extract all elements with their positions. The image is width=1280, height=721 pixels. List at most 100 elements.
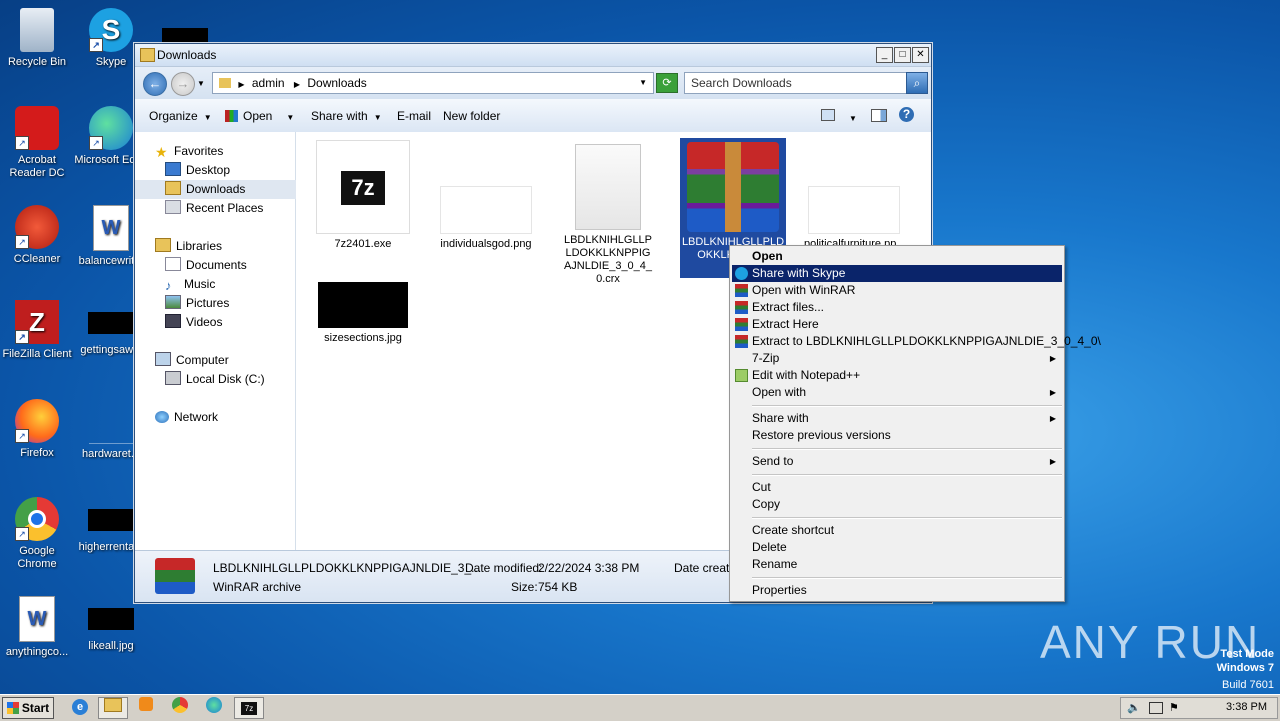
action-center-flag-icon[interactable]: ⚑ (1169, 701, 1179, 714)
help-icon[interactable]: ? (899, 107, 914, 122)
nav-label: Downloads (186, 182, 246, 196)
recent-pages-dropdown-icon[interactable]: ▼ (197, 79, 205, 88)
downloads-folder-icon (165, 181, 181, 195)
submenu-arrow-icon: ▶ (1049, 414, 1056, 423)
winrar-archive-icon (687, 142, 779, 232)
search-icon[interactable]: ⌕ (906, 72, 928, 94)
start-label: Start (21, 701, 50, 715)
menu-item-send-to[interactable]: Send to ▶ (732, 453, 1062, 470)
7zip-taskbar-icon[interactable]: 7z (234, 697, 264, 719)
filezilla-icon: Z ↗ (15, 300, 59, 344)
nav-label: Computer (176, 353, 229, 367)
recycle-bin-icon (20, 8, 54, 52)
open-button[interactable]: Open ▼ (225, 109, 294, 123)
ie-icon[interactable]: e (66, 697, 94, 717)
clock[interactable]: 3:38 PM (1226, 701, 1267, 713)
minimize-button[interactable]: _ (876, 47, 893, 63)
desktop-icon-recycle-bin[interactable]: Recycle Bin (0, 8, 74, 69)
desktop-icon-firefox[interactable]: ↗ Firefox (0, 399, 74, 460)
start-button[interactable]: Start (2, 697, 54, 719)
windows-logo-icon (6, 702, 19, 714)
new-folder-button[interactable]: New folder (443, 109, 500, 123)
close-button[interactable]: ✕ (912, 47, 929, 63)
nav-label: Recent Places (186, 201, 264, 215)
desktop-icon-ccleaner[interactable]: ↗ CCleaner (0, 205, 74, 266)
search-input[interactable]: Search Downloads (684, 72, 912, 94)
media-player-icon[interactable] (132, 697, 160, 717)
menu-item-open-with[interactable]: Open with ▶ (732, 384, 1062, 401)
nav-label: Libraries (176, 239, 223, 253)
nav-label: Network (174, 410, 219, 424)
desktop-icon-filezilla[interactable]: Z ↗ FileZilla Client (0, 300, 74, 361)
videos-icon (165, 314, 181, 328)
menu-item-cut[interactable]: Cut (732, 479, 1062, 496)
word-document-icon: W (19, 596, 55, 642)
skype-icon (735, 267, 748, 280)
menu-item-share-with-skype[interactable]: Share with Skype (732, 265, 1062, 282)
share-with-button[interactable]: Share with ▼ (311, 109, 382, 123)
view-icon[interactable]: ▼ (821, 109, 857, 124)
maximize-button[interactable]: □ (894, 47, 911, 63)
forward-button[interactable]: → (171, 72, 195, 96)
volume-icon[interactable]: 🔈 (1127, 701, 1141, 714)
nav-favorites[interactable]: ★ Favorites (155, 142, 315, 161)
desktop-icon (165, 162, 181, 176)
menu-item-rename[interactable]: Rename (732, 556, 1062, 573)
explorer-taskbar-button[interactable] (98, 697, 128, 719)
file-item[interactable]: LBDLKNIHLGLLPLDOKKLKNPPIGAJNLDIE_3_0_4_0… (558, 140, 658, 286)
desktop-icon-anythingco[interactable]: W anythingco... (0, 596, 74, 659)
file-item[interactable]: 7z 7z2401.exe (313, 140, 413, 251)
menu-item-create-shortcut[interactable]: Create shortcut (732, 522, 1062, 539)
menu-separator (752, 577, 1062, 579)
ppt-thumbnail (808, 186, 900, 234)
nav-computer[interactable]: Computer (135, 351, 315, 370)
documents-icon (165, 257, 181, 271)
size-label: Size: (511, 580, 538, 594)
menu-item-label: Extract files... (752, 300, 825, 314)
address-bar[interactable]: ▶ admin ▶ Downloads ▼ (212, 72, 654, 94)
7zip-installer-icon: 7z (316, 140, 410, 234)
breadcrumb-admin[interactable]: admin (252, 76, 285, 90)
libraries-icon (155, 238, 171, 252)
title-bar[interactable]: Downloads _ □ ✕ (135, 44, 931, 67)
address-dropdown-icon[interactable]: ▼ (639, 73, 647, 93)
jpg-thumbnail (318, 282, 408, 328)
email-button[interactable]: E-mail (397, 109, 431, 123)
menu-item-extract-here[interactable]: Extract Here (732, 316, 1062, 333)
preview-pane-icon[interactable] (871, 109, 887, 125)
menu-item-delete[interactable]: Delete (732, 539, 1062, 556)
nav-network[interactable]: Network (135, 408, 315, 427)
computer-icon (155, 352, 171, 366)
menu-item-open-with-winrar[interactable]: Open with WinRAR (732, 282, 1062, 299)
blank-file-icon (575, 144, 641, 230)
breadcrumb-downloads[interactable]: Downloads (307, 76, 366, 90)
refresh-button[interactable]: ⟳ (656, 73, 678, 93)
open-label: Open (243, 109, 273, 123)
menu-item-label: Send to (752, 454, 794, 468)
chrome-icon[interactable] (166, 697, 194, 717)
menu-item-open[interactable]: Open (732, 248, 1062, 265)
desktop-icon-chrome[interactable]: ↗ Google Chrome (0, 497, 74, 571)
menu-item-extract-files[interactable]: Extract files... (732, 299, 1062, 316)
menu-item-restore-previous-versions[interactable]: Restore previous versions (732, 427, 1062, 444)
winrar-icon (735, 335, 748, 348)
back-button[interactable]: ← (143, 72, 167, 96)
file-item[interactable]: sizesections.jpg (313, 282, 413, 345)
nav-label: Local Disk (C:) (186, 372, 265, 386)
menu-item-edit-notepadpp[interactable]: Edit with Notepad++ (732, 367, 1062, 384)
file-item[interactable]: individualsgod.png (436, 140, 536, 251)
organize-button[interactable]: Organize ▼ (149, 109, 212, 123)
desktop-icon-label: Acrobat Reader DC (9, 154, 65, 179)
menu-separator (752, 474, 1062, 476)
menu-item-7zip[interactable]: 7-Zip ▶ (732, 350, 1062, 367)
edge-icon[interactable] (200, 697, 228, 717)
file-item[interactable]: politicalfurniture.pp... (804, 140, 906, 251)
network-tray-icon[interactable] (1149, 702, 1163, 714)
menu-item-copy[interactable]: Copy (732, 496, 1062, 513)
desktop-icon-likeall[interactable]: likeall.jpg (74, 596, 148, 653)
menu-item-extract-to[interactable]: Extract to LBDLKNIHLGLLPLDOKKLKNPPIGAJNL… (732, 333, 1101, 350)
menu-item-properties[interactable]: Properties (732, 582, 1062, 599)
menu-item-share-with[interactable]: Share with ▶ (732, 410, 1062, 427)
desktop-icon-acrobat[interactable]: ↗ Acrobat Reader DC (0, 106, 74, 180)
nav-libraries[interactable]: Libraries (135, 237, 315, 256)
